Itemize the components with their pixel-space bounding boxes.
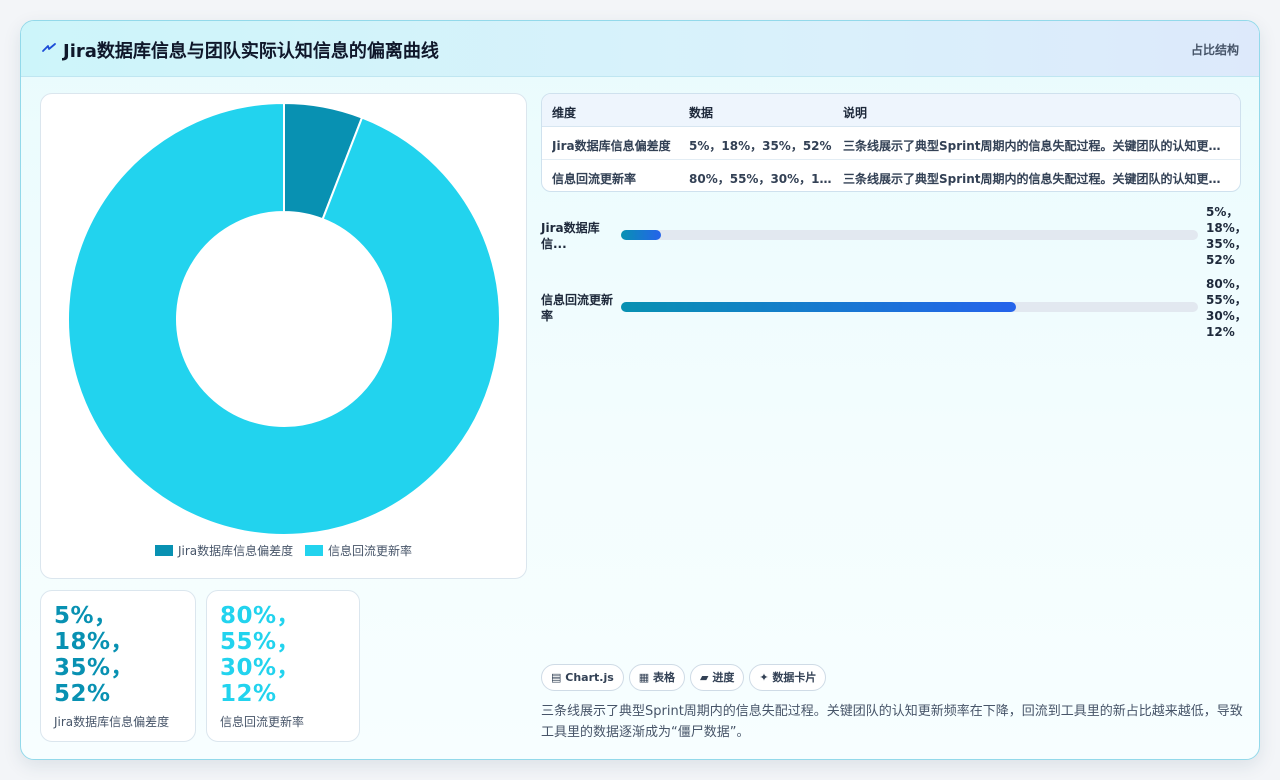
chart-description: 三条线展示了典型Sprint周期内的信息失配过程。关键团队的认知更新频率在下降，… (541, 704, 1243, 740)
table-icon: ▦ (638, 671, 650, 684)
stat-label-update-rate: 信息回流更新率 (220, 715, 305, 729)
legend-item-series2[interactable]: 信息回流更新率 (304, 542, 412, 559)
table-cell: 三条线展示了典型Sprint周期内的信息失配过程。关键团队的认知更新... (843, 139, 1228, 153)
chip-label: 数据卡片 (772, 671, 817, 684)
table-header-row: 维度 数据 说明 (542, 94, 1240, 127)
progress-fill-update-rate (621, 302, 1017, 312)
progress-track-deviation (621, 230, 1198, 240)
legend-label-series1: Jira数据库信息偏差度 (177, 544, 294, 558)
sparkle-icon: ✦ (759, 671, 769, 684)
donut-slice-2[interactable] (67, 101, 501, 536)
progress-value-deviation: 5%， 18%， 35%， 52% (1206, 205, 1247, 267)
legend-label-series2: 信息回流更新率 (327, 544, 412, 558)
card-header: Jira数据库信息与团队实际认知信息的偏离曲线 占比结构 (21, 21, 1259, 77)
legend-swatch-series1 (154, 545, 173, 556)
page-title: Jira数据库信息与团队实际认知信息的偏离曲线 (63, 41, 439, 62)
legend-swatch-series2 (304, 545, 323, 556)
chart-type-tag: 占比结构 (1190, 43, 1239, 57)
progress-value-update-rate: 80%， 55%， 30%， 12% (1206, 277, 1247, 339)
chart-icon: ▤ (551, 671, 562, 684)
donut-chart-panel: Jira数据库信息偏差度 信息回流更新率 (40, 93, 527, 579)
lightning-icon (42, 43, 56, 52)
chart-legend: Jira数据库信息偏差度 信息回流更新率 (41, 542, 526, 559)
chip-label: Chart.js (565, 671, 614, 684)
progress-icon: ▰ (700, 671, 709, 684)
stat-label-deviation: Jira数据库信息偏差度 (54, 715, 170, 729)
table-header-dimension: 维度 (552, 106, 577, 120)
dashboard-card: Jira数据库信息与团队实际认知信息的偏离曲线 占比结构 Jira数据库信息偏差… (20, 20, 1260, 760)
table-cell: Jira数据库信息偏差度 (552, 139, 671, 153)
table-cell: 80%，55%，30%，12% (689, 172, 834, 186)
feature-chips: ▤ Chart.js ▦ 表格 ▰ 进度 ✦ 数据卡片 (541, 664, 831, 691)
table-header-data: 数据 (689, 106, 714, 120)
chip-label: 进度 (712, 671, 735, 684)
table-cell: 三条线展示了典型Sprint周期内的信息失配过程。关键团队的认知更新... (843, 172, 1228, 186)
progress-label-update-rate: 信息回流更新率 (541, 293, 614, 323)
stat-card-deviation: 5%， 18%， 35%， 52% Jira数据库信息偏差度 (40, 590, 196, 742)
progress-label-deviation: Jira数据库信... (541, 221, 600, 251)
stat-value-update-rate: 80%， 55%， 30%， 12% (220, 603, 301, 707)
donut-chart[interactable] (41, 94, 528, 540)
chip-progress[interactable]: ▰ 进度 (690, 664, 745, 691)
stat-value-deviation: 5%， 18%， 35%， 52% (54, 603, 135, 707)
progress-fill-deviation (621, 230, 662, 240)
chip-label: 表格 (653, 671, 676, 684)
data-table: 维度 数据 说明 Jira数据库信息偏差度 5%，18%，35%，52% 三条线… (541, 93, 1241, 192)
table-row: 信息回流更新率 80%，55%，30%，12% 三条线展示了典型Sprint周期… (542, 160, 1240, 191)
stat-card-update-rate: 80%， 55%， 30%， 12% 信息回流更新率 (206, 590, 360, 742)
table-cell: 5%，18%，35%，52% (689, 139, 832, 153)
table-row: Jira数据库信息偏差度 5%，18%，35%，52% 三条线展示了典型Spri… (542, 127, 1240, 160)
progress-track-update-rate (621, 302, 1198, 312)
chip-data-card[interactable]: ✦ 数据卡片 (749, 664, 827, 691)
table-header-note: 说明 (843, 106, 868, 120)
chip-table[interactable]: ▦ 表格 (628, 664, 686, 691)
table-cell: 信息回流更新率 (552, 172, 637, 186)
chip-chartjs[interactable]: ▤ Chart.js (541, 664, 624, 691)
legend-item-series1[interactable]: Jira数据库信息偏差度 (154, 542, 294, 559)
